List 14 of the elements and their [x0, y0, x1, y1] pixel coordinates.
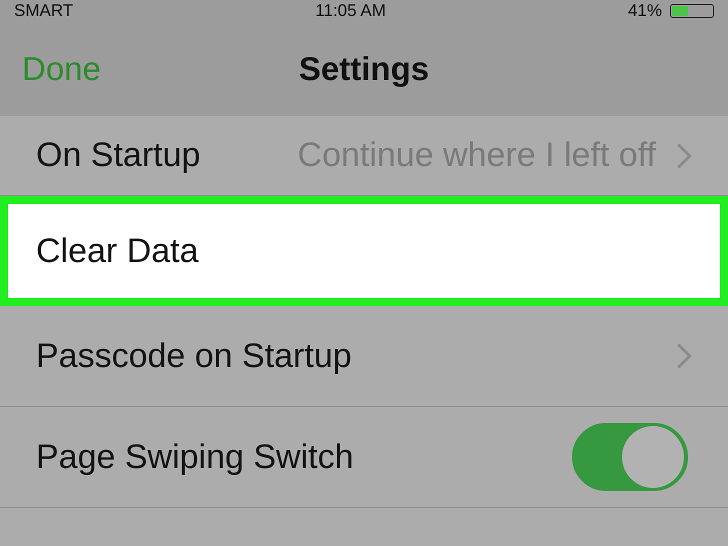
status-time: 11:05 AM: [315, 1, 386, 21]
chevron-icon: [676, 342, 692, 370]
row-label: Clear Data: [36, 232, 199, 270]
carrier-name: SMART: [14, 1, 74, 21]
chevron-icon: [676, 142, 692, 170]
row-label: Page Swiping Switch: [36, 438, 354, 476]
screen-title: Settings: [298, 50, 430, 88]
settings-row[interactable]: Clear Data: [0, 196, 728, 306]
row-label: Passcode on Startup: [36, 336, 352, 376]
settings-row[interactable]: Page Swiping Switch: [0, 407, 728, 508]
battery-icon: [670, 4, 714, 18]
row-label: On Startup: [36, 136, 200, 175]
battery-percent: 41%: [628, 1, 662, 21]
settings-row[interactable]: Passcode on Startup: [0, 306, 728, 407]
